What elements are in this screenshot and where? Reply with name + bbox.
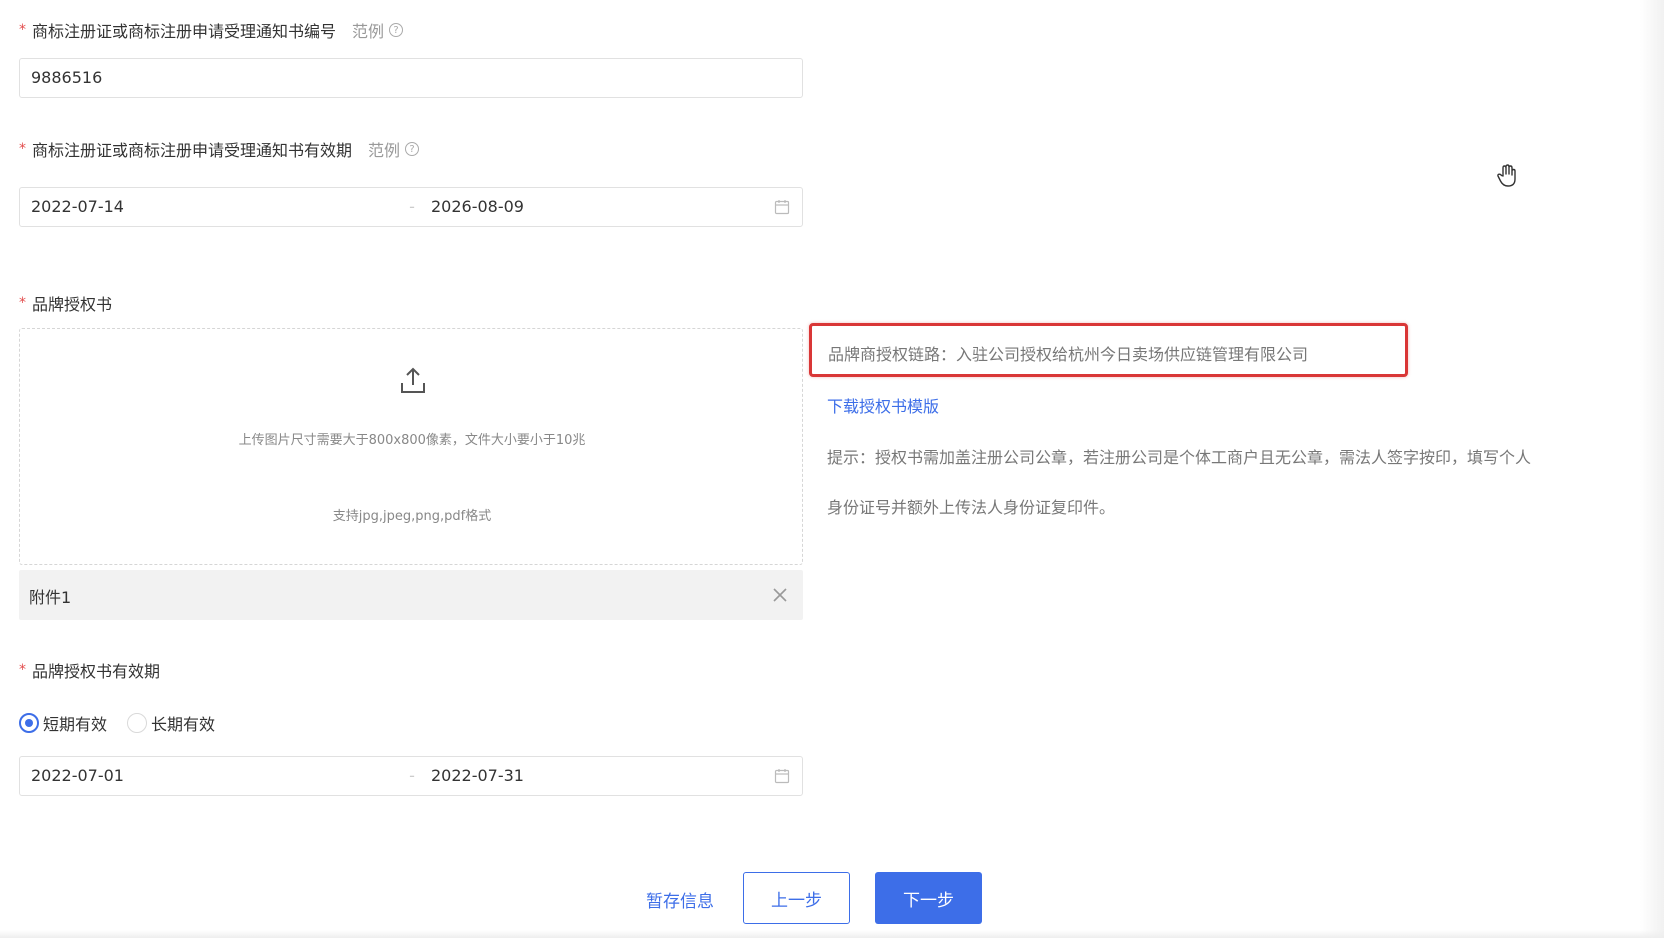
trademark-number-input[interactable]: 9886516: [19, 58, 803, 98]
validity-type-radio-group: 短期有效 长期有效: [19, 711, 235, 735]
trademark-validity-example-link[interactable]: 范例 ?: [368, 137, 420, 161]
hand-cursor-icon: [1497, 164, 1516, 187]
radio-unchecked-icon: [127, 713, 148, 733]
radio-checked-icon: [19, 713, 39, 733]
previous-step-button[interactable]: 上一步: [743, 872, 850, 924]
required-mark: *: [19, 295, 26, 311]
save-draft-button[interactable]: 暂存信息: [646, 887, 714, 912]
trademark-number-label-text: 商标注册证或商标注册申请受理通知书编号: [32, 22, 337, 41]
window-bottom-shadow: [0, 930, 1664, 938]
upload-icon: [401, 367, 425, 393]
authorization-validity-end-date[interactable]: 2022-07-31: [431, 766, 524, 785]
trademark-number-value: 9886516: [31, 68, 103, 87]
required-mark: *: [19, 662, 26, 678]
page: * 商标注册证或商标注册申请受理通知书编号 范例 ? 9886516 * 商标注…: [0, 0, 1664, 938]
trademark-number-example-link[interactable]: 范例 ?: [352, 18, 404, 42]
authorization-validity-label-text: 品牌授权书有效期: [32, 662, 161, 681]
brand-authorization-upload-area[interactable]: 上传图片尺寸需要大于800x800像素，文件大小要小于10兆 支持jpg,jpe…: [19, 328, 803, 565]
authorization-tip-line-1: 提示：授权书需加盖注册公司公章，若注册公司是个体工商户且无公章，需法人签字按印，…: [827, 448, 1532, 467]
radio-long-term-label: 长期有效: [151, 715, 216, 734]
required-mark: *: [19, 22, 26, 38]
authorization-validity-range-picker[interactable]: 2022-07-01 - 2022-07-31: [19, 756, 803, 796]
brand-authorization-label-text: 品牌授权书: [32, 295, 113, 314]
trademark-number-label: * 商标注册证或商标注册申请受理通知书编号 范例 ?: [19, 18, 404, 42]
brand-chain-notice: 品牌商授权链路：入驻公司授权给杭州今日卖场供应链管理有限公司: [809, 323, 1408, 377]
authorization-validity-label: * 品牌授权书有效期: [19, 658, 160, 682]
trademark-validity-label-text: 商标注册证或商标注册申请受理通知书有效期: [32, 141, 353, 160]
close-icon[interactable]: [771, 586, 789, 604]
attachment-name: 附件1: [29, 588, 72, 607]
radio-short-term-label: 短期有效: [43, 715, 108, 734]
required-mark: *: [19, 141, 26, 157]
radio-short-term[interactable]: 短期有效: [19, 711, 107, 735]
radio-long-term[interactable]: 长期有效: [127, 711, 215, 735]
calendar-icon[interactable]: [774, 199, 790, 215]
trademark-validity-end-date[interactable]: 2026-08-09: [431, 197, 524, 216]
date-separator: -: [409, 197, 415, 216]
date-separator: -: [409, 766, 415, 785]
question-circle-icon: ?: [389, 23, 404, 37]
authorization-tip-line-2: 身份证号并额外上传法人身份证复印件。: [827, 498, 1116, 517]
question-circle-icon: ?: [405, 142, 420, 156]
upload-format-hint: 支持jpg,jpeg,png,pdf格式: [332, 509, 492, 524]
brand-authorization-label: * 品牌授权书: [19, 291, 112, 315]
authorization-validity-start-date[interactable]: 2022-07-01: [31, 766, 124, 785]
example-text: 范例: [368, 141, 401, 160]
trademark-validity-range-picker[interactable]: 2022-07-14 - 2026-08-09: [19, 187, 803, 227]
trademark-validity-start-date[interactable]: 2022-07-14: [31, 197, 124, 216]
next-step-button[interactable]: 下一步: [875, 872, 982, 924]
trademark-validity-label: * 商标注册证或商标注册申请受理通知书有效期 范例 ?: [19, 137, 420, 161]
brand-chain-text: 品牌商授权链路：入驻公司授权给杭州今日卖场供应链管理有限公司: [828, 345, 1309, 364]
window-edge-shadow: [1640, 0, 1664, 938]
attachment-item[interactable]: 附件1: [19, 570, 803, 620]
download-template-link[interactable]: 下载授权书模版: [827, 393, 939, 417]
upload-size-hint: 上传图片尺寸需要大于800x800像素，文件大小要小于10兆: [238, 433, 586, 448]
example-text: 范例: [352, 22, 385, 41]
calendar-icon[interactable]: [774, 768, 790, 784]
